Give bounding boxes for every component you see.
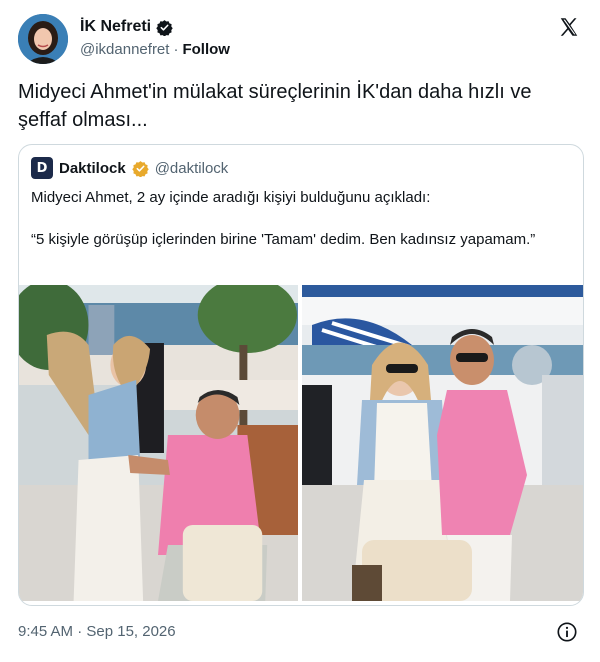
quoted-text-line-2: “5 kişiyle görüşüp içlerinden birine 'Ta…	[31, 231, 536, 248]
quoted-display-name[interactable]: Daktilock	[59, 160, 126, 177]
author-names: İK Nefreti @ikdannefret · Follow	[80, 18, 230, 58]
quoted-tweet[interactable]: D Daktilock @daktilock Midyeci Ahmet, 2 …	[18, 144, 584, 606]
author-handle[interactable]: @ikdannefret	[80, 41, 169, 58]
verified-badge-icon	[131, 160, 149, 177]
author-avatar[interactable]	[18, 14, 68, 64]
quoted-text-line-1: Midyeci Ahmet, 2 ay içinde aradığı kişiy…	[31, 189, 431, 206]
proposal-photo[interactable]	[19, 285, 300, 601]
info-icon[interactable]	[556, 621, 578, 643]
quoted-header: D Daktilock @daktilock	[31, 157, 228, 179]
tweet-header: İK Nefreti @ikdannefret · Follow	[18, 14, 584, 64]
x-logo-icon[interactable]	[558, 16, 580, 38]
quoted-handle[interactable]: @daktilock	[155, 160, 229, 177]
couple-photo[interactable]	[302, 285, 583, 601]
separator-dot: ·	[173, 41, 179, 58]
author-display-name[interactable]: İK Nefreti	[80, 18, 151, 36]
tweet-footer: 9:45 AM · Sep 15, 2026	[18, 620, 584, 644]
quoted-avatar[interactable]: D	[31, 157, 53, 179]
follow-button[interactable]: Follow	[182, 41, 230, 58]
tweet-text: Midyeci Ahmet'in mülakat süreçlerinin İK…	[18, 81, 532, 131]
verified-badge-icon	[156, 19, 173, 36]
tweet-timestamp[interactable]: 9:45 AM · Sep 15, 2026	[18, 623, 176, 640]
handle-row: @ikdannefret · Follow	[80, 41, 230, 58]
display-name-row: İK Nefreti	[80, 18, 230, 36]
quoted-media	[19, 285, 583, 601]
quoted-text: Midyeci Ahmet, 2 ay içinde aradığı kişiy…	[31, 187, 571, 251]
